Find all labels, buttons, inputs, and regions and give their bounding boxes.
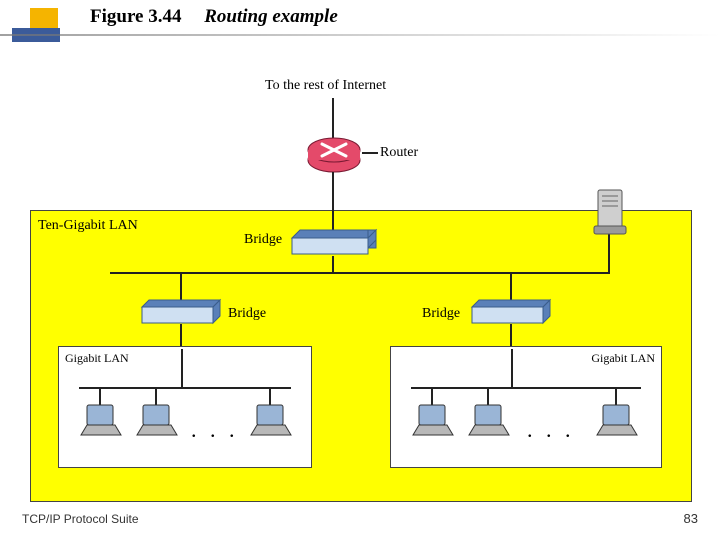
link-router-bridge [332, 172, 334, 232]
title-underline [0, 34, 720, 36]
right-lan-bus [411, 387, 641, 389]
figure-caption: Routing example [204, 6, 338, 27]
footer-text: TCP/IP Protocol Suite [22, 512, 139, 526]
backbone-lan-label: Ten-Gigabit LAN [38, 218, 138, 234]
internet-label: To the rest of Internet [265, 78, 386, 94]
bridge-top-icon [292, 230, 376, 258]
laptop-icon [81, 405, 121, 441]
left-lan-segment: Gigabit LAN . . . [58, 346, 312, 468]
router-label: Router [380, 145, 418, 161]
link-bus-left-bridge [180, 272, 182, 302]
left-lan-label: Gigabit LAN [65, 351, 129, 366]
link-left-bridge-seg [180, 324, 182, 348]
bridge-right-icon [472, 300, 550, 326]
laptop-icon [469, 405, 509, 441]
figure-number: Figure 3.44 [90, 6, 181, 27]
right-lan-uplink [511, 349, 513, 387]
right-lan-label: Gigabit LAN [591, 351, 655, 366]
laptop-icon [137, 405, 177, 441]
server-icon [590, 190, 630, 238]
left-lan-bus [79, 387, 291, 389]
slide: Figure 3.44 Routing example To the rest … [0, 0, 720, 540]
slide-title: Figure 3.44 Routing example [90, 6, 338, 28]
link-bridge-bus [332, 256, 334, 272]
laptop-icon [251, 405, 291, 441]
bridge-right-label: Bridge [422, 306, 460, 322]
link-bus-right-bridge [510, 272, 512, 302]
laptop-icon [413, 405, 453, 441]
link-right-bridge-seg [510, 324, 512, 348]
right-lan-segment: Gigabit LAN . . . [390, 346, 662, 468]
bridge-left-icon [142, 300, 220, 326]
right-ellipsis: . . . [527, 417, 575, 443]
bridge-left-label: Bridge [228, 306, 266, 322]
routing-diagram: To the rest of Internet Router Ten-Gigab… [30, 60, 690, 480]
left-lan-uplink [181, 349, 183, 387]
router-label-leader [362, 152, 378, 154]
backbone-bus [110, 272, 610, 274]
laptop-icon [597, 405, 637, 441]
router-icon [306, 132, 362, 174]
left-ellipsis: . . . [191, 417, 239, 443]
page-number: 83 [684, 511, 698, 526]
slide-corner-decoration [12, 8, 72, 68]
bridge-top-label: Bridge [244, 232, 282, 248]
